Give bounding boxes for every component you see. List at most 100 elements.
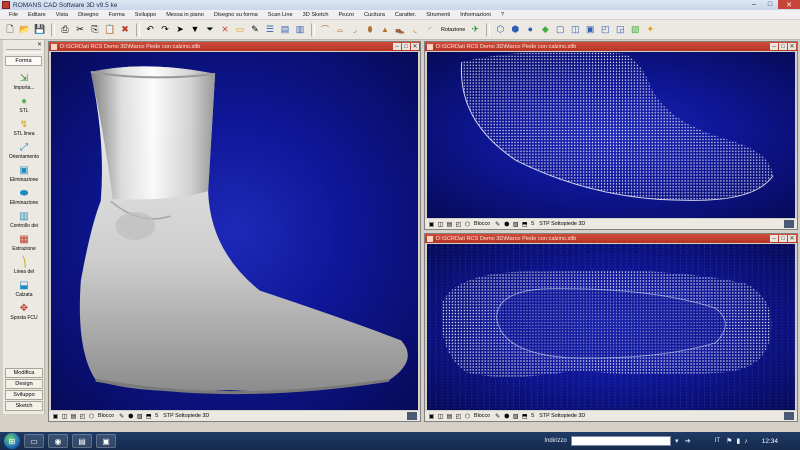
view-maximize-button[interactable]: □	[779, 43, 787, 50]
tray-network-icon[interactable]: ▮	[736, 437, 740, 445]
open-folder-icon[interactable]: 📂	[18, 23, 32, 37]
tray-volume-icon[interactable]: ♪	[744, 438, 748, 445]
sole-profile-icon[interactable]: ⌓	[333, 23, 347, 37]
view-tool-icon[interactable]: ▤	[446, 221, 453, 228]
tool-stl[interactable]: ● STL	[5, 91, 43, 115]
menu-forma[interactable]: Forma	[104, 12, 130, 18]
tab-forma[interactable]: Forma	[5, 56, 42, 66]
tab-sviluppo[interactable]: Sviluppo	[5, 390, 43, 400]
tool-stl-linea[interactable]: ↯ STL linea	[5, 114, 43, 138]
address-input[interactable]	[570, 436, 671, 446]
3d-viewport[interactable]	[427, 244, 795, 410]
menu-vista[interactable]: Vista	[51, 12, 73, 18]
view-tool-icon[interactable]: ⬢	[127, 413, 134, 420]
layers-icon[interactable]: ☰	[263, 23, 277, 37]
view-tool-icon[interactable]: ⬡	[88, 413, 95, 420]
tray-flag-icon[interactable]: ⚑	[726, 437, 732, 445]
view-tool-icon[interactable]: ⬡	[464, 413, 471, 420]
redo-icon[interactable]: ↷	[158, 23, 172, 37]
maximize-button[interactable]: □	[762, 0, 778, 9]
solid-cube-icon[interactable]: ⬢	[508, 23, 522, 37]
view-tool-icon[interactable]: ▧	[136, 413, 143, 420]
tool-linea-del[interactable]: ⎞ Linea del	[5, 252, 43, 276]
view-color-icon[interactable]: ▧	[628, 23, 642, 37]
menu-strumenti[interactable]: Strumenti	[421, 12, 455, 18]
view-front-icon[interactable]: ▢	[553, 23, 567, 37]
view-tool-icon[interactable]: ▧	[512, 221, 519, 228]
view-minimize-button[interactable]: –	[393, 43, 401, 50]
language-indicator[interactable]: IT	[715, 438, 720, 444]
color-material-icon[interactable]: ◆	[538, 23, 552, 37]
clock[interactable]: 12:34	[762, 438, 778, 445]
view-tool-icon[interactable]: ◰	[455, 221, 462, 228]
view-maximize-button[interactable]: □	[402, 43, 410, 50]
close-button[interactable]: ✕	[778, 0, 800, 9]
view-tool-icon[interactable]: ✎	[494, 221, 501, 228]
view-tool-icon[interactable]: ▣	[52, 413, 59, 420]
menu-informazioni[interactable]: Informazioni	[455, 12, 495, 18]
last-side-icon[interactable]: ◞	[348, 23, 362, 37]
view-tool-icon[interactable]: ▣	[428, 221, 435, 228]
view-tool-icon[interactable]: ▤	[446, 413, 453, 420]
align-icon[interactable]: ▥	[293, 23, 307, 37]
wireframe-cube-icon[interactable]: ⬡	[493, 23, 507, 37]
menu-disegno[interactable]: Disegno	[73, 12, 104, 18]
minimize-button[interactable]: –	[746, 0, 762, 9]
shoe-icon[interactable]: 👞	[393, 23, 407, 37]
view-minimize-button[interactable]: –	[770, 43, 778, 50]
undo-icon[interactable]: ↶	[143, 23, 157, 37]
comment-icon[interactable]: ▭	[233, 23, 247, 37]
last-back-icon[interactable]: ◜	[423, 23, 437, 37]
rotation-label[interactable]: Rotazione	[441, 27, 465, 33]
view-close-button[interactable]: ✕	[411, 43, 419, 50]
cut-icon[interactable]: ✂	[73, 23, 87, 37]
sole-view-icon[interactable]: ⌒	[318, 23, 332, 37]
taskbar-cad-icon[interactable]: ▣	[96, 434, 116, 448]
tool-importa[interactable]: ⇲ Importa...	[5, 68, 43, 92]
view-tool-icon[interactable]: ▤	[70, 413, 77, 420]
view-tool-icon[interactable]: ◰	[455, 413, 462, 420]
view-iso-icon[interactable]: ◰	[598, 23, 612, 37]
panel-grip[interactable]	[6, 49, 41, 53]
grid-icon[interactable]: ▤	[278, 23, 292, 37]
sphere-icon[interactable]: ●	[523, 23, 537, 37]
menu-editare[interactable]: Editare	[23, 12, 51, 18]
blocco-label[interactable]: Blocco	[98, 413, 114, 419]
view-tool-icon[interactable]: ⬒	[521, 221, 528, 228]
menu-disegno-su-forma[interactable]: Disegno su forma	[209, 12, 263, 18]
start-button[interactable]: ⊞	[4, 433, 20, 449]
tool-sposta-fcu[interactable]: ✥ Sposta FCU	[5, 298, 43, 322]
view-tool-icon[interactable]: ⬢	[503, 221, 510, 228]
view-tool-icon[interactable]: ▧	[512, 413, 519, 420]
menu-scan-line[interactable]: Scan Line	[263, 12, 298, 18]
tool-eliminazione[interactable]: ▣ Eliminazione	[5, 160, 43, 184]
3d-viewport[interactable]	[427, 52, 795, 218]
print-icon[interactable]: ⎙	[58, 23, 72, 37]
view-tool-icon[interactable]: ◫	[61, 413, 68, 420]
filter-alt-icon[interactable]: ⏷	[203, 23, 217, 37]
view-tool-icon[interactable]: ⬢	[503, 413, 510, 420]
tab-modifica[interactable]: Modifica	[5, 368, 43, 378]
view-tool-icon[interactable]: ⬒	[521, 413, 528, 420]
view-top-icon[interactable]: ▣	[583, 23, 597, 37]
pointer-icon[interactable]: ➤	[173, 23, 187, 37]
tab-sketch[interactable]: Sketch	[5, 401, 43, 411]
view-tool-icon[interactable]: ⬡	[464, 221, 471, 228]
view-cube-icon[interactable]	[784, 220, 794, 228]
view-cube-icon[interactable]	[784, 412, 794, 420]
tool-orientamento[interactable]: ⤢ Orientamento	[5, 137, 43, 161]
menu-caratter[interactable]: Caratter.	[390, 12, 421, 18]
view-maximize-button[interactable]: □	[779, 235, 787, 242]
last-heel-icon[interactable]: ▲	[378, 23, 392, 37]
view-3d-icon[interactable]: ◲	[613, 23, 627, 37]
3d-viewport[interactable]	[51, 52, 418, 410]
taskbar-folder-icon[interactable]: ▤	[72, 434, 92, 448]
menu-help[interactable]: ?	[496, 12, 509, 18]
new-file-icon[interactable]: 🗋	[3, 23, 17, 37]
tool-eliminazione-2[interactable]: ⬬ Eliminazione	[5, 183, 43, 207]
address-go-icon[interactable]: ➔	[683, 436, 693, 446]
menu-messa-in-piano[interactable]: Messa in piano	[161, 12, 209, 18]
tool-calzata[interactable]: ⬓ Calzata	[5, 275, 43, 299]
paste-icon[interactable]: 📋	[103, 23, 117, 37]
view-tool-icon[interactable]: ✎	[494, 413, 501, 420]
